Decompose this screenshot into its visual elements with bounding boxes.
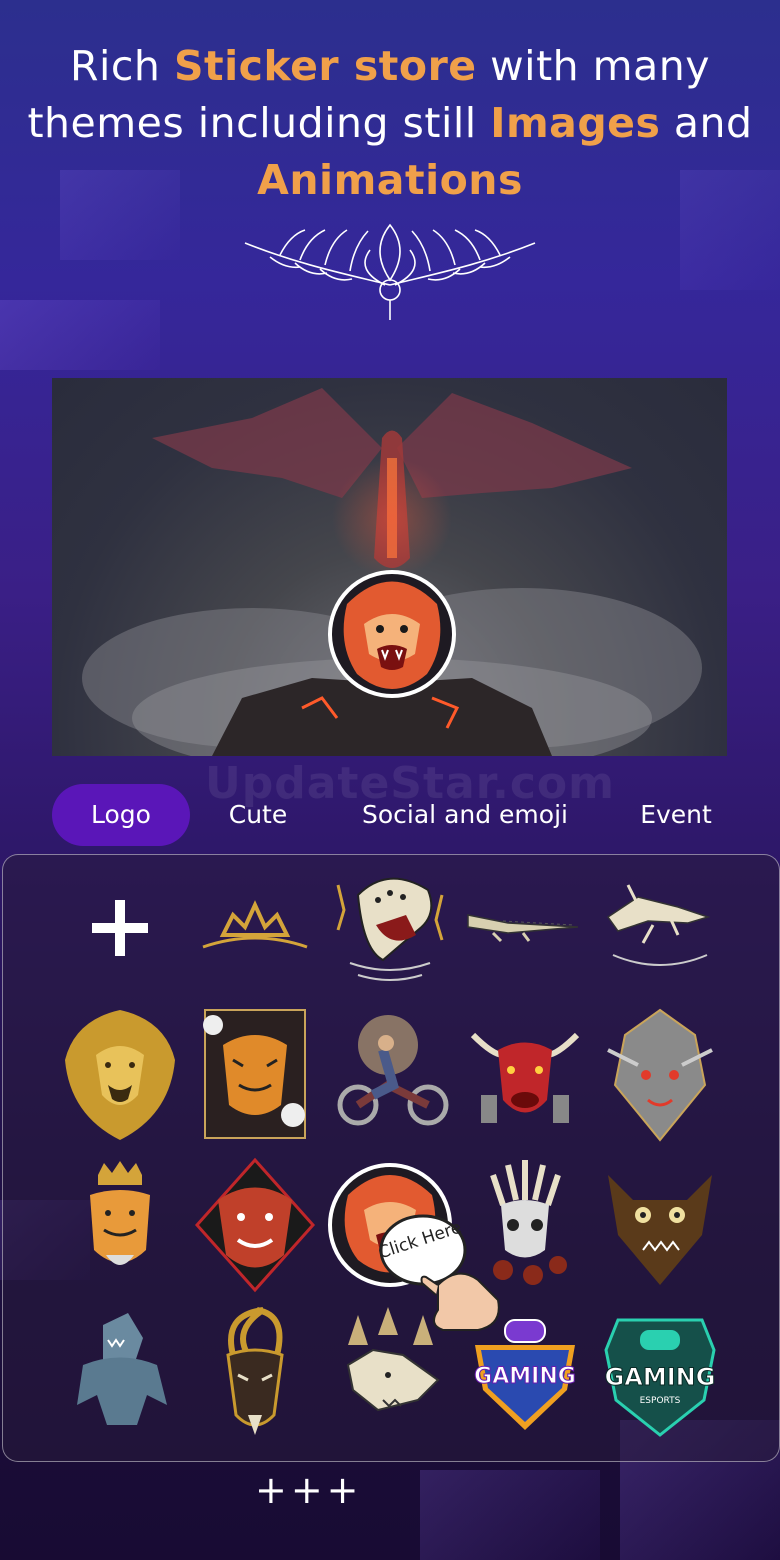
- headline-text: themes including still: [27, 99, 491, 147]
- gaming-esports-sticker-icon: GAMING ESPORTS: [604, 1318, 716, 1437]
- crocodile-logo-sticker-icon: [606, 884, 711, 966]
- headline-highlight: Animations: [257, 156, 523, 204]
- sticker-item[interactable]: [328, 1005, 452, 1145]
- red-tiger-sticker-icon: [194, 1157, 316, 1293]
- tab-cute[interactable]: Cute: [205, 784, 311, 846]
- more-stickers-button[interactable]: +++: [255, 1468, 363, 1512]
- headline-text: Rich: [70, 42, 174, 90]
- headline-text: and: [660, 99, 753, 147]
- sticker-item[interactable]: [598, 1005, 722, 1145]
- sticker-item[interactable]: GAMING ESPORTS: [598, 1305, 722, 1445]
- sticker-item[interactable]: [58, 1305, 182, 1445]
- animated-preview: [52, 378, 727, 756]
- sticker-item[interactable]: [463, 855, 587, 995]
- dragon-scene-image: [82, 388, 702, 756]
- bg-cube: [420, 1470, 600, 1560]
- tab-social-and-emoji[interactable]: Social and emoji: [350, 784, 580, 846]
- click-here-hand-icon: Click Here: [378, 1214, 500, 1331]
- gaming-esports-text: GAMING: [605, 1363, 716, 1391]
- sticker-item[interactable]: [328, 855, 452, 995]
- sticker-grid: GAMING GAMING ESPORTS: [2, 854, 780, 1462]
- add-sticker-button[interactable]: [58, 855, 182, 995]
- crown-sticker-icon: [202, 900, 308, 949]
- headline-highlight: Images: [490, 99, 661, 147]
- sticker-item[interactable]: [463, 1005, 587, 1145]
- category-tabs: Logo Cute Social and emoji Event: [0, 784, 780, 846]
- esports-subtext: ESPORTS: [640, 1396, 681, 1406]
- sticker-item[interactable]: [193, 855, 317, 995]
- mecha-wolf-sticker-icon: [607, 1008, 713, 1142]
- headline-text: with many: [476, 42, 710, 90]
- goat-sticker-icon: [226, 1307, 284, 1435]
- headline-highlight: Sticker store: [173, 42, 477, 90]
- shark-muscle-sticker-icon: [77, 1313, 167, 1425]
- gold-lion-sticker-icon: [65, 1010, 175, 1140]
- leopard-roar-sticker-icon: [336, 877, 444, 981]
- promo-headline: Rich Sticker store with many themes incl…: [0, 38, 780, 209]
- sticker-item[interactable]: [58, 1005, 182, 1145]
- tab-event[interactable]: Event: [620, 784, 732, 846]
- add-icon: [92, 900, 148, 956]
- crocodile-sticker-icon: [467, 914, 579, 943]
- crowned-tiger-sticker-icon: [90, 1161, 150, 1265]
- tab-logo[interactable]: Logo: [52, 784, 190, 846]
- sticker-item[interactable]: [598, 1155, 722, 1295]
- sticker-item[interactable]: [193, 1005, 317, 1145]
- sticker-item[interactable]: [193, 1155, 317, 1295]
- laurel-ornament-icon: [244, 223, 536, 320]
- bat-monster-sticker-icon: [608, 1175, 712, 1285]
- bg-cube: [0, 300, 160, 370]
- red-bull-sticker-icon: [470, 1032, 580, 1123]
- tiger-flower-sticker-icon: [203, 1009, 306, 1139]
- gaming-badge-text: GAMING: [474, 1364, 576, 1389]
- sticker-item[interactable]: [58, 1155, 182, 1295]
- sticker-item[interactable]: [193, 1305, 317, 1445]
- sticker-item[interactable]: [598, 855, 722, 995]
- biker-sticker-icon: [337, 1015, 449, 1126]
